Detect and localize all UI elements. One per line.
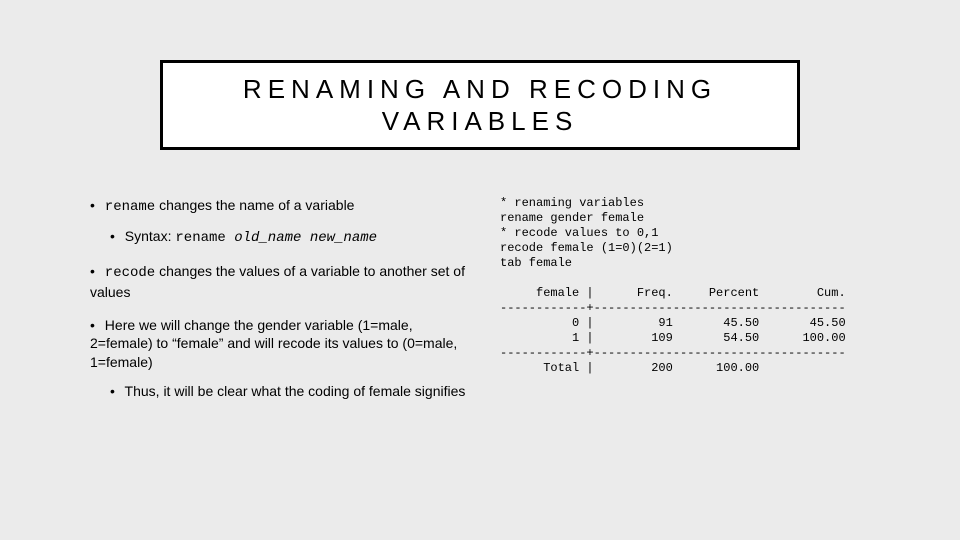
table-separator: ------------+---------------------------… bbox=[500, 346, 846, 360]
bullet-text: changes the name of a variable bbox=[155, 197, 354, 213]
code-line: recode female (1=0)(2=1) bbox=[500, 241, 673, 255]
syntax-label: Syntax: bbox=[125, 228, 176, 244]
sub-bullet-text: Thus, it will be clear what the coding o… bbox=[125, 383, 466, 399]
code-keyword: recode bbox=[105, 265, 155, 281]
code-line: * renaming variables bbox=[500, 196, 644, 210]
table-header: female | Freq. Percent Cum. bbox=[500, 286, 846, 300]
syntax-arg: new_name bbox=[310, 230, 377, 246]
code-line: * recode values to 0,1 bbox=[500, 226, 658, 240]
bullet-marker: • bbox=[90, 197, 95, 213]
sub-bullet: • Thus, it will be clear what the coding… bbox=[110, 382, 470, 401]
bullet-text: Here we will change the gender variable … bbox=[90, 317, 457, 371]
bullet-marker: • bbox=[110, 228, 115, 244]
bullet-list: • rename changes the name of a variable … bbox=[90, 196, 470, 415]
syntax-space bbox=[301, 230, 309, 246]
bullet-item: • rename changes the name of a variable … bbox=[90, 196, 470, 248]
code-output: * renaming variables rename gender femal… bbox=[500, 196, 950, 376]
code-line: tab female bbox=[500, 256, 572, 270]
slide-title: RENAMING AND RECODING VARIABLES bbox=[160, 60, 800, 150]
syntax-arg: old_name bbox=[234, 230, 301, 246]
bullet-marker: • bbox=[110, 383, 115, 399]
code-keyword: rename bbox=[105, 199, 155, 215]
bullet-marker: • bbox=[90, 263, 95, 279]
table-total: Total | 200 100.00 bbox=[500, 361, 759, 375]
slide: RENAMING AND RECODING VARIABLES • rename… bbox=[0, 0, 960, 540]
title-text: RENAMING AND RECODING VARIABLES bbox=[173, 73, 787, 138]
bullet-item: • recode changes the values of a variabl… bbox=[90, 262, 470, 302]
code-line: rename gender female bbox=[500, 211, 644, 225]
table-separator: ------------+---------------------------… bbox=[500, 301, 846, 315]
bullet-marker: • bbox=[90, 317, 95, 333]
sub-bullet: • Syntax: rename old_name new_name bbox=[110, 227, 470, 248]
syntax-cmd: rename bbox=[175, 230, 234, 246]
table-row: 0 | 91 45.50 45.50 bbox=[500, 316, 846, 330]
table-row: 1 | 109 54.50 100.00 bbox=[500, 331, 846, 345]
bullet-item: • Here we will change the gender variabl… bbox=[90, 316, 470, 402]
